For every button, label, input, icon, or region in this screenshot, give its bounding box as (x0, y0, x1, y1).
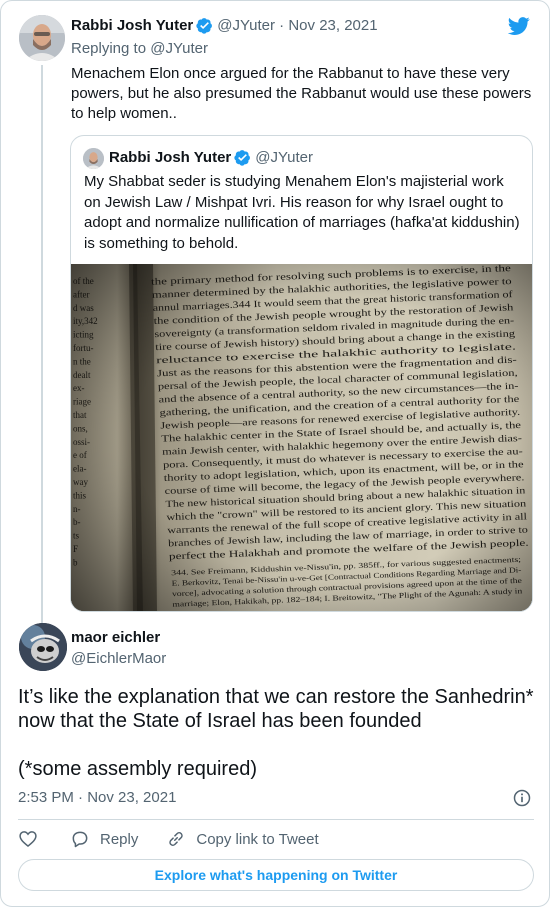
thread-connector-line (41, 65, 43, 623)
replying-to-label[interactable]: Replying to @JYuter (71, 40, 208, 57)
reply-label: Reply (100, 830, 139, 848)
copy-link-button[interactable]: Copy link to Tweet (166, 829, 319, 849)
main-author-name[interactable]: maor eichler (71, 629, 160, 646)
quoted-tweet-text: My Shabbat seder is studying Menahem Elo… (84, 173, 520, 252)
verified-badge-icon (196, 18, 213, 34)
main-author-handle[interactable]: @EichlerMaor (71, 650, 166, 667)
twitter-logo-icon[interactable] (507, 15, 531, 37)
reply-button[interactable]: Reply (70, 829, 138, 849)
parent-author-meta[interactable]: @JYuter · Nov 23, 2021 (217, 17, 377, 34)
quoted-author-avatar (83, 148, 104, 169)
parent-author-avatar[interactable] (19, 15, 65, 61)
main-tweet-text-line2: (*some assembly required) (18, 758, 257, 780)
explore-twitter-button[interactable]: Explore what's happening on Twitter (18, 859, 534, 891)
quoted-author-name: Rabbi Josh Yuter (109, 149, 232, 166)
like-button[interactable] (18, 829, 38, 849)
heart-icon (19, 831, 37, 848)
quoted-author-handle: @JYuter (255, 149, 314, 166)
parent-author-row: Rabbi Josh Yuter @JYuter · Nov 23, 2021 (71, 17, 378, 34)
actions-divider (18, 819, 534, 820)
link-icon (169, 832, 184, 846)
quoted-tweet[interactable]: Rabbi Josh Yuter @JYuter My Shabbat sede… (70, 135, 533, 612)
book-page-photo[interactable]: of theafterd wasity,342ictingfortu-n the… (71, 264, 532, 611)
main-tweet-text: It’s like the explanation that we can re… (18, 685, 538, 781)
tweet-embed-card: Rabbi Josh Yuter @JYuter · Nov 23, 2021 … (0, 0, 550, 907)
main-author-avatar[interactable] (19, 623, 67, 671)
book-page-image: of theafterd wasity,342ictingfortu-n the… (71, 264, 532, 611)
main-tweet-text-line1: It’s like the explanation that we can re… (18, 686, 534, 732)
tweet-actions-bar: Reply Copy link to Tweet (18, 827, 319, 851)
parent-tweet-text: Menachem Elon once argued for the Rabban… (71, 65, 532, 122)
verified-badge-icon (234, 150, 251, 166)
info-icon[interactable] (512, 788, 532, 808)
tweet-timestamp[interactable]: 2:53 PM · Nov 23, 2021 (18, 789, 176, 806)
copy-link-label: Copy link to Tweet (196, 830, 319, 848)
parent-author-name[interactable]: Rabbi Josh Yuter (71, 17, 193, 34)
quoted-author-row: Rabbi Josh Yuter @JYuter (109, 149, 313, 166)
reply-icon (72, 831, 88, 848)
